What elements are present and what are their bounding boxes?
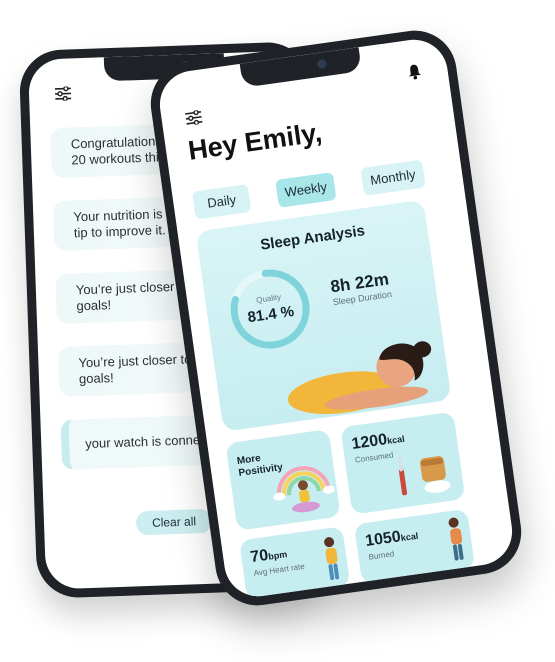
bell-icon[interactable] — [406, 63, 422, 81]
heart-rate-value: 70bpm — [249, 546, 288, 567]
food-illustration — [398, 456, 451, 496]
sleep-analysis-card[interactable]: Sleep Analysis Quality 81.4 % 8h 22m Sle… — [195, 199, 452, 432]
meditation-illustration — [273, 466, 335, 513]
positivity-card[interactable]: More Positivity — [225, 429, 341, 531]
dashboard-screen: Hey Emily, Daily Weekly Monthly Sleep An… — [155, 35, 517, 601]
clear-all-button[interactable]: Clear all — [135, 508, 213, 536]
heart-rate-card[interactable]: 70bpm Avg Heart rate — [239, 526, 351, 601]
filter-icon[interactable] — [185, 109, 203, 126]
tab-weekly[interactable]: Weekly — [275, 172, 337, 208]
exercise-illustration — [448, 517, 464, 561]
calories-burned-card[interactable]: 1050kcal Burned — [353, 508, 476, 584]
calories-consumed-card[interactable]: 1200kcal Consumed — [340, 411, 466, 515]
tab-monthly[interactable]: Monthly — [360, 159, 426, 196]
tab-daily[interactable]: Daily — [192, 184, 252, 220]
phone-notch — [239, 47, 362, 88]
burned-value: 1050kcal — [364, 528, 419, 551]
filter-icon[interactable] — [54, 86, 72, 101]
greeting-title: Hey Emily, — [186, 117, 324, 166]
sleep-analysis-title: Sleep Analysis — [259, 222, 366, 254]
burned-label: Burned — [367, 549, 395, 562]
runner-illustration — [324, 537, 340, 581]
